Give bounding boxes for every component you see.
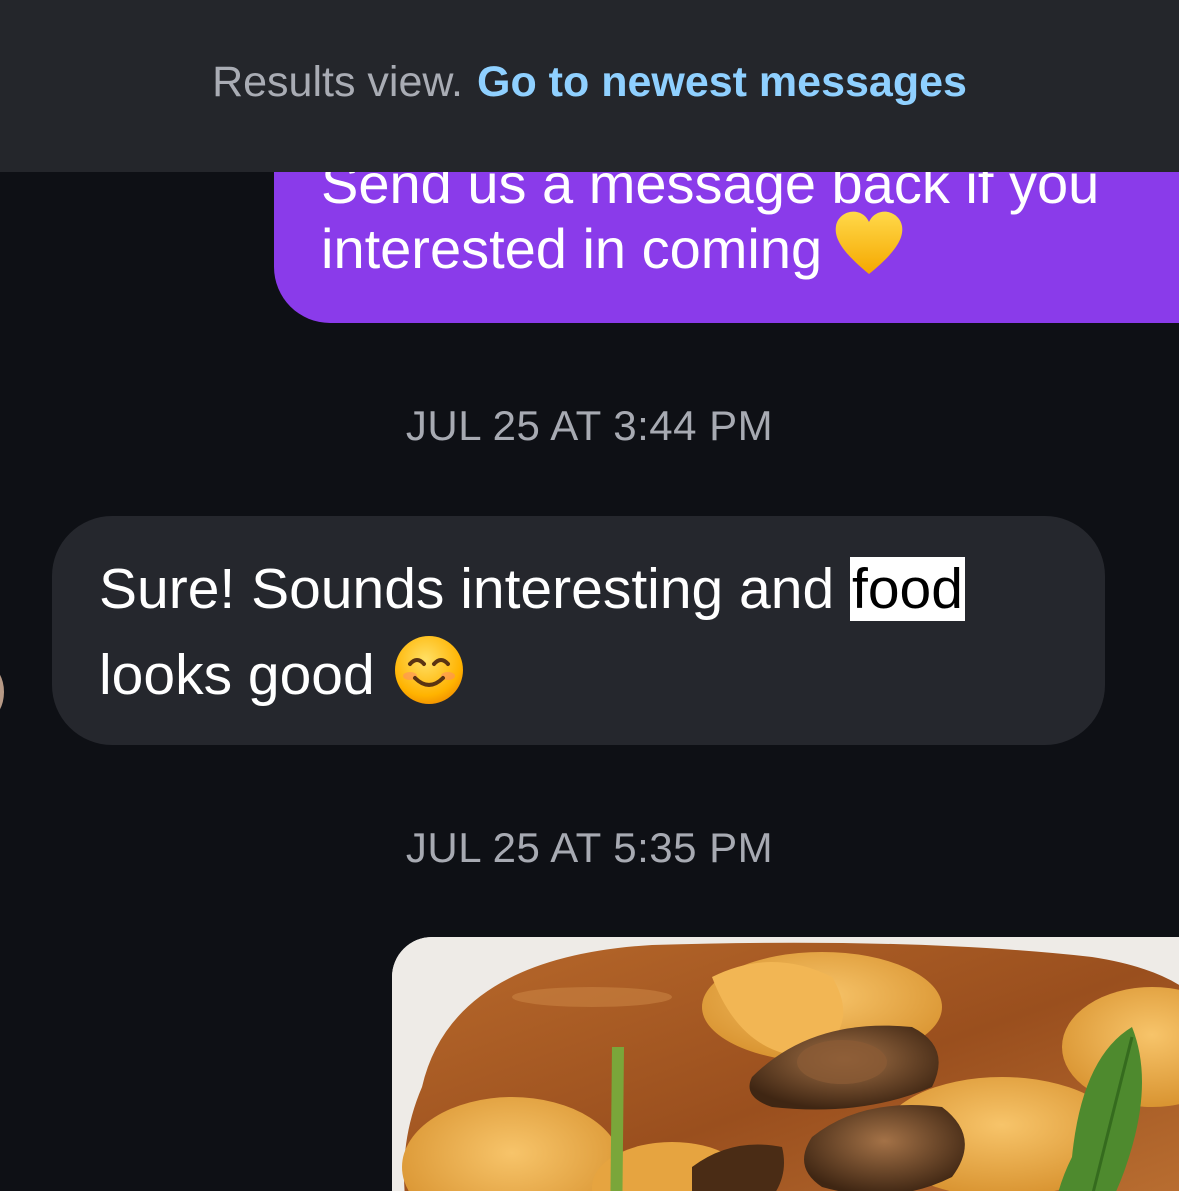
go-to-newest-link[interactable]: Go to newest messages <box>477 58 967 107</box>
message-text-line: interested in coming <box>321 217 823 280</box>
message-text: interested in coming <box>321 208 906 297</box>
results-view-banner: Results view. Go to newest messages <box>0 0 1179 172</box>
smiling-face-icon <box>393 634 465 722</box>
avatar[interactable] <box>0 666 4 718</box>
message-text: Sure! Sounds interesting and <box>99 557 850 621</box>
search-highlight: food <box>850 557 965 621</box>
food-photo-tortellini-mushrooms <box>392 937 1179 1191</box>
yellow-heart-icon <box>832 208 906 297</box>
message-thread: Send us a message back if you interested… <box>0 0 1179 1191</box>
message-text-line: Sure! Sounds interesting and food <box>99 554 965 624</box>
results-view-label: Results view. <box>212 57 464 106</box>
incoming-message-bubble[interactable]: Sure! Sounds interesting and food looks … <box>52 516 1105 745</box>
message-timestamp: JUL 25 AT 3:44 PM <box>405 402 774 449</box>
message-timestamp: JUL 25 AT 5:35 PM <box>405 824 774 871</box>
message-text: looks good <box>99 643 375 707</box>
message-text-line: looks good <box>99 634 465 722</box>
photo-message[interactable] <box>392 937 1179 1191</box>
